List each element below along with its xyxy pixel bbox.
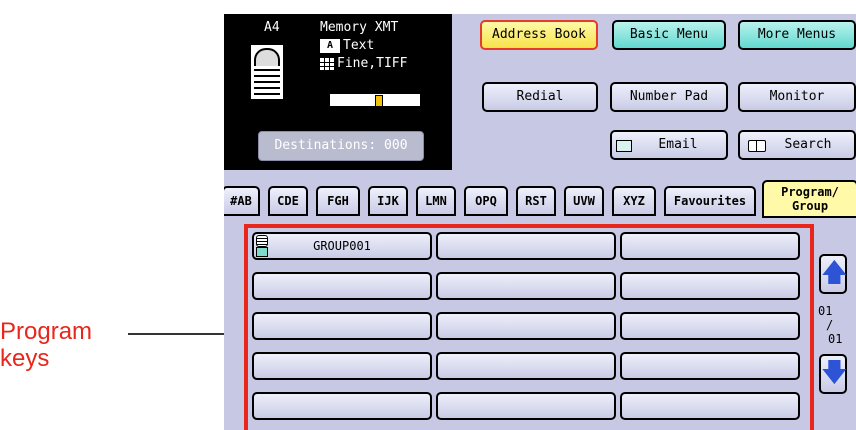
page-total: 01: [828, 332, 843, 346]
destinations-button[interactable]: Destinations: 000: [258, 131, 424, 161]
number-pad-button[interactable]: Number Pad: [610, 82, 728, 112]
program-key[interactable]: [252, 392, 432, 420]
annotation-label: Program keys: [0, 318, 92, 372]
resolution-row: Fine,TIFF: [320, 56, 407, 72]
program-key[interactable]: [436, 352, 616, 380]
page-current: 01: [818, 304, 833, 318]
program-key[interactable]: [620, 352, 800, 380]
text-mode-icon: A: [320, 38, 340, 53]
program-keys-annotation: Program keys: [0, 318, 246, 378]
book-icon: [748, 140, 766, 152]
tab-fgh[interactable]: FGH: [316, 186, 360, 216]
search-button[interactable]: Search: [738, 130, 856, 160]
tab-favourites[interactable]: Favourites: [664, 186, 756, 216]
program-key-label: GROUP001: [313, 239, 371, 253]
resolution-grid-icon: [320, 57, 334, 70]
program-key[interactable]: [436, 312, 616, 340]
program-keys-area: GROUP001 🡅 01 / 01 🡇: [224, 220, 856, 430]
transmission-mode: Memory XMT: [320, 20, 399, 35]
program-key[interactable]: [620, 312, 800, 340]
program-key[interactable]: [252, 312, 432, 340]
page-indicator: 01 / 01: [818, 304, 848, 346]
program-key[interactable]: [436, 392, 616, 420]
text-mode: Text: [343, 38, 375, 53]
program-key[interactable]: [436, 232, 616, 260]
annotation-line2: keys: [0, 345, 50, 372]
program-key[interactable]: [252, 352, 432, 380]
search-button-label: Search: [784, 137, 832, 152]
tab-ab[interactable]: #AB: [224, 186, 260, 216]
status-pane: A4 Memory XMT A Text Fine,TIFF Destinatio…: [224, 14, 452, 170]
basic-menu-button[interactable]: Basic Menu: [612, 20, 726, 50]
page-separator: /: [826, 318, 834, 332]
arrow-down-icon: 🡇: [821, 358, 848, 388]
tab-program-group[interactable]: Program/ Group: [762, 180, 856, 218]
program-key[interactable]: [620, 232, 800, 260]
tab-lmn[interactable]: LMN: [416, 186, 456, 216]
index-tab-bar: #AB CDE FGH IJK LMN OPQ RST UVW XYZ Favo…: [224, 170, 856, 220]
contrast-gauge: [320, 92, 430, 107]
arrow-up-icon: 🡅: [821, 258, 848, 288]
redial-button[interactable]: Redial: [482, 82, 598, 112]
document-icon: [250, 44, 284, 100]
tab-uvw[interactable]: UVW: [564, 186, 604, 216]
paper-size: A4: [264, 20, 280, 35]
contrast-bar: [330, 94, 420, 107]
tab-rst[interactable]: RST: [516, 186, 556, 216]
email-button-label: Email: [658, 137, 698, 152]
tab-program-group-line1: Program/: [781, 185, 839, 199]
program-key-group001[interactable]: GROUP001: [252, 232, 432, 260]
program-key[interactable]: [620, 392, 800, 420]
program-key[interactable]: [252, 272, 432, 300]
email-button[interactable]: Email: [610, 130, 728, 160]
text-mode-row: A Text: [320, 38, 374, 54]
more-menus-button[interactable]: More Menus: [738, 20, 856, 50]
address-book-button[interactable]: Address Book: [480, 20, 598, 50]
resolution: Fine,TIFF: [337, 56, 408, 71]
tab-xyz[interactable]: XYZ: [612, 186, 656, 216]
annotation-line1: Program: [0, 318, 93, 345]
scroll-down-button[interactable]: 🡇: [819, 354, 848, 394]
program-key[interactable]: [436, 272, 616, 300]
scroll-up-button[interactable]: 🡅: [819, 254, 848, 294]
tab-opq[interactable]: OPQ: [464, 186, 508, 216]
contrast-marker: [375, 95, 383, 107]
fax-control-panel: A4 Memory XMT A Text Fine,TIFF Destinatio…: [224, 14, 856, 430]
monitor-button[interactable]: Monitor: [738, 82, 856, 112]
tab-ijk[interactable]: IJK: [368, 186, 408, 216]
envelope-icon: [616, 140, 632, 152]
tab-program-group-line2: Group: [791, 199, 829, 213]
tab-cde[interactable]: CDE: [268, 186, 308, 216]
group-icon: [256, 235, 268, 257]
program-key[interactable]: [620, 272, 800, 300]
